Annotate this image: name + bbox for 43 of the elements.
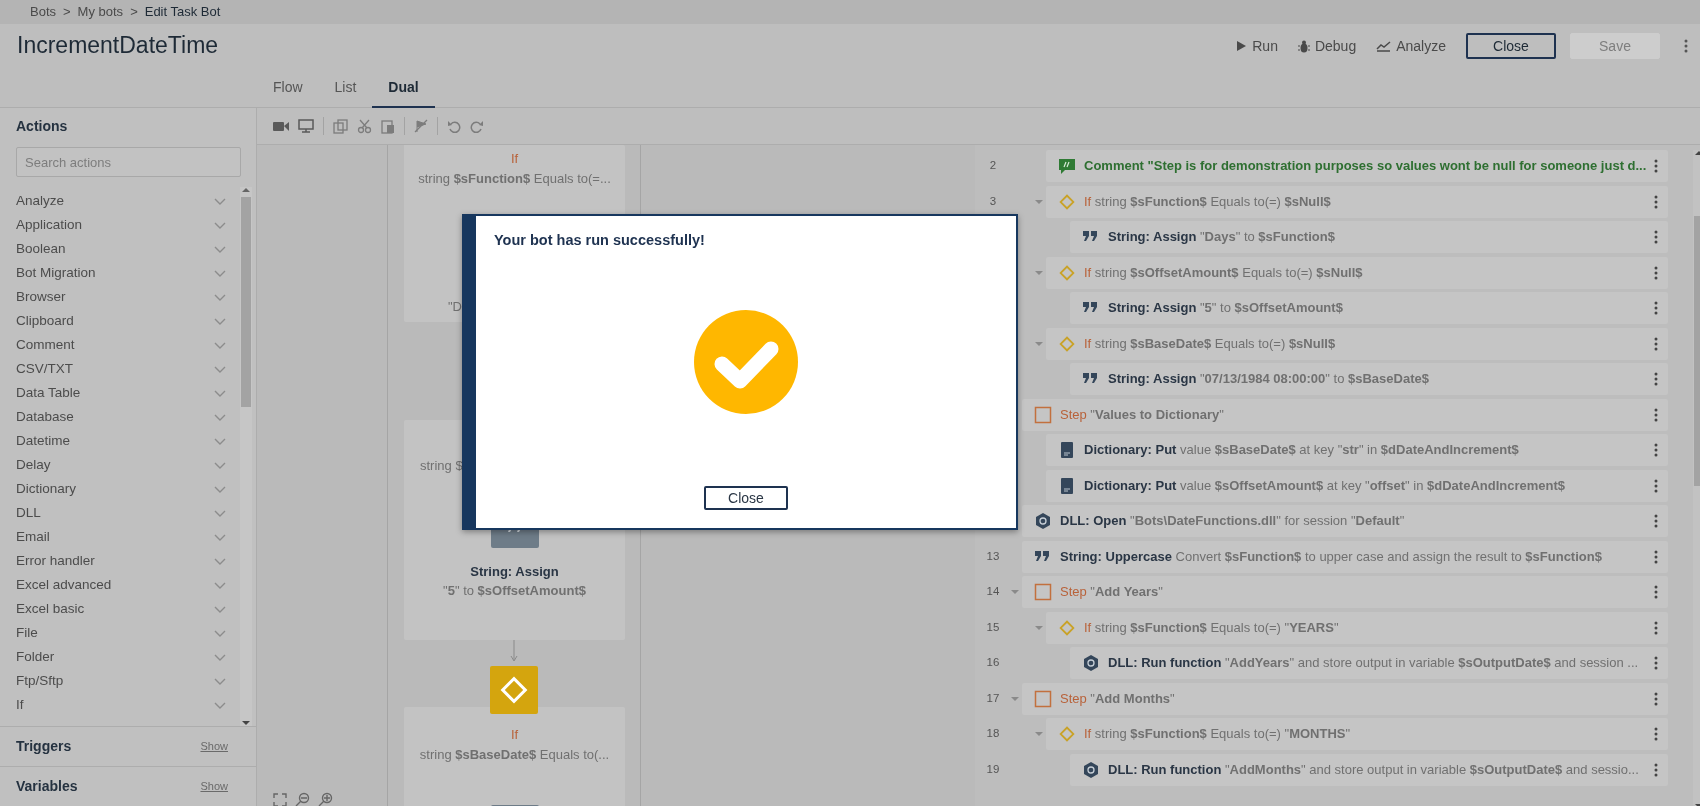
panel-title: Actions — [15, 117, 69, 136]
row-text: DLL: Open "Bots\DateFunctions.dll" for session "Default" — [1060, 512, 1405, 531]
line-number: 3 — [988, 193, 998, 209]
node-text: "5" to $sOffsetAmount$ — [442, 582, 587, 600]
row-text: Dictionary: Put value $sOffsetAmount$ at key "offset" in $dDateAndIncrement$ — [1084, 476, 1565, 495]
breadcrumb-separator: > — [130, 3, 138, 22]
section-title: Triggers — [16, 737, 72, 756]
row-text: If string $sOffsetAmount$ Equals to(=) $sNull$ — [1084, 263, 1363, 282]
row-text: Step "Add Months" — [1060, 689, 1175, 708]
dialog-message: Your bot has run successfully! — [493, 231, 705, 250]
line-number: 14 — [985, 584, 1001, 600]
line-number: 15 — [985, 619, 1001, 635]
row-text: If string $sFunction$ Equals to(=) $sNull$ — [1084, 192, 1331, 211]
node-text: string $sFunction$ Equals to(=... — [417, 169, 612, 188]
node-text: string $sBaseDate$ Equals to(... — [418, 745, 611, 764]
line-number: 18 — [985, 726, 1001, 742]
node-keyword: If — [509, 726, 520, 744]
row-text: If string $sBaseDate$ Equals to(=) $sNull$ — [1084, 334, 1336, 353]
row-text: If string $sFunction$ Equals to(=) "YEARS" — [1084, 618, 1339, 637]
line-number: 13 — [985, 548, 1001, 564]
section-title: Variables — [16, 777, 78, 796]
row-text: DLL: Run function "AddYears" and store output in variable $sOutputDate$ and session ... — [1108, 654, 1639, 673]
line-number: 17 — [985, 690, 1001, 706]
row-text: Comment "Step is for demonstration purposes so values wont be null for someone just d... — [1084, 157, 1647, 176]
line-number: 2 — [988, 158, 998, 174]
bot-title: IncrementDateTime — [17, 32, 219, 60]
row-text: If string $sFunction$ Equals to(=) "MONTHS" — [1084, 725, 1351, 744]
line-number: 16 — [985, 655, 1001, 671]
node-text: string $ — [419, 457, 464, 475]
row-text: DLL: Run function "AddMonths" and store output in variable $sOutputDate$ and sessio... — [1108, 760, 1639, 779]
row-text: String: Assign "Days" to $sFunction$ — [1108, 228, 1335, 247]
row-text: Dictionary: Put value $sBaseDate$ at key "str" in $dDateAndIncrement$ — [1084, 441, 1519, 460]
line-number: 19 — [985, 761, 1001, 777]
row-text: String: Assign "5" to $sOffsetAmount$ — [1108, 299, 1343, 318]
row-text: String: Uppercase Convert $sFunction$ to upper case and assign the result to $sFunction$ — [1060, 547, 1602, 566]
breadcrumb-separator: > — [63, 3, 71, 22]
node-text: "D — [447, 297, 463, 316]
breadcrumb-current: Edit Task Bot — [144, 3, 221, 22]
node-keyword: If — [509, 150, 520, 168]
row-text: Step "Values to Dictionary" — [1060, 405, 1224, 424]
node-title: String: Assign — [469, 562, 560, 581]
row-text: String: Assign "07/13/1984 08:00:00" to $sBaseDate$ — [1108, 370, 1429, 389]
row-text: Step "Add Years" — [1060, 583, 1163, 602]
